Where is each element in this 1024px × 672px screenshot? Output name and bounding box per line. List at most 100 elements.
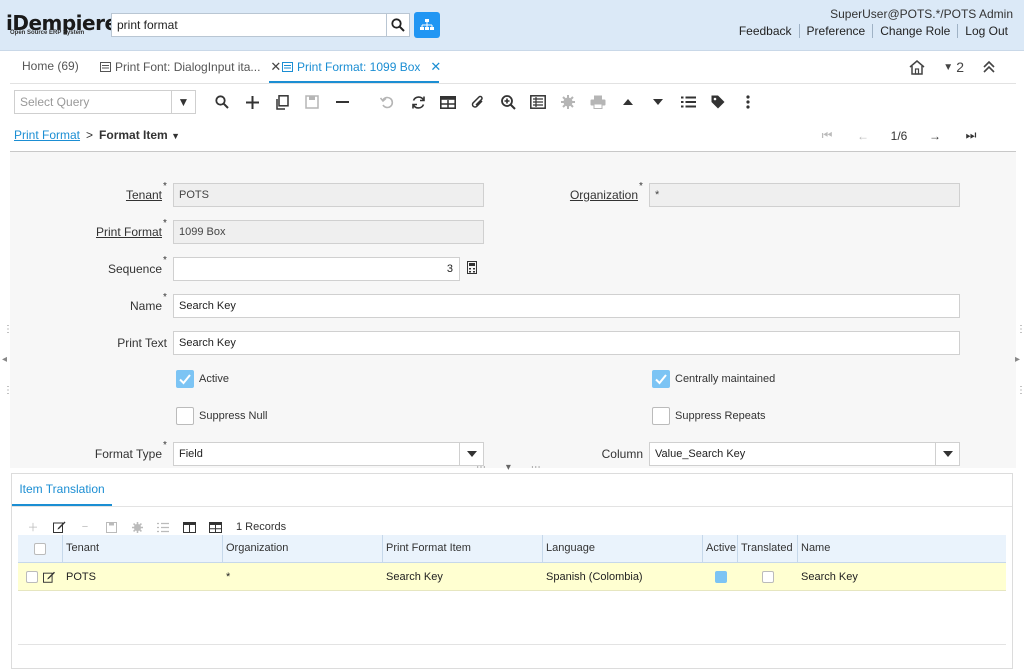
global-search-input[interactable]: print format <box>111 13 387 37</box>
caret-down-icon[interactable]: ▼ <box>171 91 195 113</box>
toggle-form-button[interactable] <box>202 518 228 536</box>
next-record-icon[interactable]: → <box>917 129 953 143</box>
form-detail-splitter[interactable]: ⋯ ▾ ⋯ <box>476 462 542 473</box>
edit-icon[interactable] <box>42 571 55 583</box>
tenant-label[interactable]: Tenant <box>12 188 162 202</box>
cell-language[interactable]: Spanish (Colombia) <box>543 563 703 590</box>
column-header-print-format-item[interactable]: Print Format Item <box>383 535 543 562</box>
home-icon[interactable] <box>909 59 925 75</box>
translated-checkbox[interactable] <box>762 571 774 583</box>
column-header-tenant[interactable]: Tenant <box>63 535 223 562</box>
idempiere-logo[interactable]: iDempiere Open Source ERP System <box>6 12 118 38</box>
delete-row-button[interactable]: − <box>72 518 98 536</box>
cell-print-format-item[interactable]: Search Key <box>383 563 543 590</box>
column-select[interactable]: Value_Search Key <box>649 442 960 466</box>
tab-print-format[interactable]: Print Format: 1099 Box ✕ <box>282 59 441 75</box>
new-record-button[interactable] <box>243 93 261 111</box>
print-text-input[interactable]: Search Key <box>173 331 960 355</box>
labels-button[interactable] <box>709 93 727 111</box>
logout-link[interactable]: Log Out <box>957 24 1015 38</box>
customize-grid-button[interactable] <box>176 518 202 536</box>
west-splitter-handle[interactable]: ⋮ <box>3 385 13 396</box>
change-role-link[interactable]: Change Role <box>872 24 957 38</box>
last-record-icon[interactable]: ⏭ <box>953 128 989 143</box>
app-header: iDempiere Open Source ERP System print f… <box>0 0 1024 51</box>
table-row[interactable]: POTS * Search Key Spanish (Colombia) Sea… <box>18 563 1006 591</box>
cell-name[interactable]: Search Key <box>798 563 1006 590</box>
attachment-button[interactable] <box>469 93 487 111</box>
refresh-button[interactable] <box>409 93 427 111</box>
name-input[interactable]: Search Key <box>173 294 960 318</box>
edit-icon <box>52 521 65 533</box>
suppress-repeats-label: Suppress Repeats <box>675 410 766 422</box>
first-record-icon[interactable]: ⏮ <box>809 128 845 143</box>
cell-tenant[interactable]: POTS <box>63 563 223 590</box>
print-format-field[interactable]: 1099 Box <box>173 220 484 244</box>
print-format-label[interactable]: Print Format <box>12 225 162 239</box>
format-type-select[interactable]: Field <box>173 442 484 466</box>
column-header-organization[interactable]: Organization <box>223 535 383 562</box>
east-splitter-handle[interactable]: ⋮ <box>1016 385 1024 396</box>
column-header-active[interactable]: Active <box>703 535 738 562</box>
save-button[interactable] <box>303 93 321 111</box>
quick-form-button[interactable] <box>150 518 176 536</box>
east-splitter-handle[interactable]: ⋮ <box>1016 324 1024 335</box>
save-row-button[interactable] <box>98 518 124 536</box>
tab-home[interactable]: Home (69) <box>22 59 79 73</box>
copy-icon <box>276 94 289 110</box>
breadcrumb-print-format-link[interactable]: Print Format <box>14 128 80 142</box>
select-query-dropdown[interactable]: Select Query ▼ <box>14 90 196 114</box>
calculator-icon[interactable] <box>467 261 477 277</box>
next-record-button[interactable] <box>649 93 667 111</box>
previous-record-icon[interactable]: ← <box>845 129 881 143</box>
active-checkbox[interactable] <box>176 370 194 388</box>
organization-field[interactable]: * <box>649 183 960 207</box>
find-button[interactable] <box>213 93 231 111</box>
sequence-input[interactable]: 3 <box>173 257 460 281</box>
collapse-up-icon[interactable] <box>982 60 996 74</box>
west-collapse-icon[interactable]: ◂ <box>2 354 7 365</box>
tab-print-font[interactable]: Print Font: DialogInput ita... ✕ <box>100 59 281 75</box>
print-button[interactable] <box>589 93 607 111</box>
column-header-translated[interactable]: Translated <box>738 535 798 562</box>
close-icon[interactable]: ✕ <box>430 59 441 75</box>
menu-tree-button[interactable] <box>414 12 440 38</box>
grid-empty-area <box>18 591 1006 645</box>
more-options-button[interactable] <box>739 93 757 111</box>
search-button[interactable] <box>386 13 410 37</box>
tenant-field[interactable]: POTS <box>173 183 484 207</box>
zoom-across-button[interactable] <box>499 93 517 111</box>
row-select-checkbox[interactable] <box>26 570 38 583</box>
centrally-maintained-checkbox[interactable] <box>652 370 670 388</box>
edit-row-button[interactable] <box>46 518 72 536</box>
column-header-language[interactable]: Language <box>543 535 703 562</box>
breadcrumb-current-tab[interactable]: Format Item ▼ <box>99 128 180 142</box>
process-row-button[interactable] <box>124 518 150 536</box>
close-icon[interactable]: ✕ <box>270 59 281 75</box>
organization-label[interactable]: Organization <box>488 188 638 202</box>
feedback-link[interactable]: Feedback <box>732 24 799 38</box>
tab-item-translation[interactable]: Item Translation <box>12 474 112 506</box>
cell-translated[interactable] <box>738 563 798 590</box>
open-windows-dropdown[interactable]: ▼ 2 <box>943 59 964 75</box>
delete-button[interactable] <box>333 93 351 111</box>
cell-organization[interactable]: * <box>223 563 383 590</box>
active-checkbox[interactable] <box>714 571 727 583</box>
toggle-grid-button[interactable] <box>439 93 457 111</box>
report-button[interactable] <box>529 93 547 111</box>
caret-down-icon[interactable] <box>935 443 959 465</box>
suppress-null-checkbox[interactable] <box>176 407 194 425</box>
cell-active[interactable] <box>703 563 738 590</box>
undo-button[interactable] <box>378 93 396 111</box>
copy-record-button[interactable] <box>273 93 291 111</box>
previous-record-button[interactable] <box>619 93 637 111</box>
process-button[interactable] <box>559 93 577 111</box>
preference-link[interactable]: Preference <box>798 24 873 38</box>
east-collapse-icon[interactable]: ▸ <box>1015 354 1020 365</box>
new-row-button[interactable]: ＋ <box>20 518 46 536</box>
west-splitter-handle[interactable]: ⋮ <box>3 324 13 335</box>
select-all-checkbox[interactable] <box>34 542 46 555</box>
column-header-name[interactable]: Name <box>798 535 1006 562</box>
list-view-button[interactable] <box>679 93 697 111</box>
suppress-repeats-checkbox[interactable] <box>652 407 670 425</box>
